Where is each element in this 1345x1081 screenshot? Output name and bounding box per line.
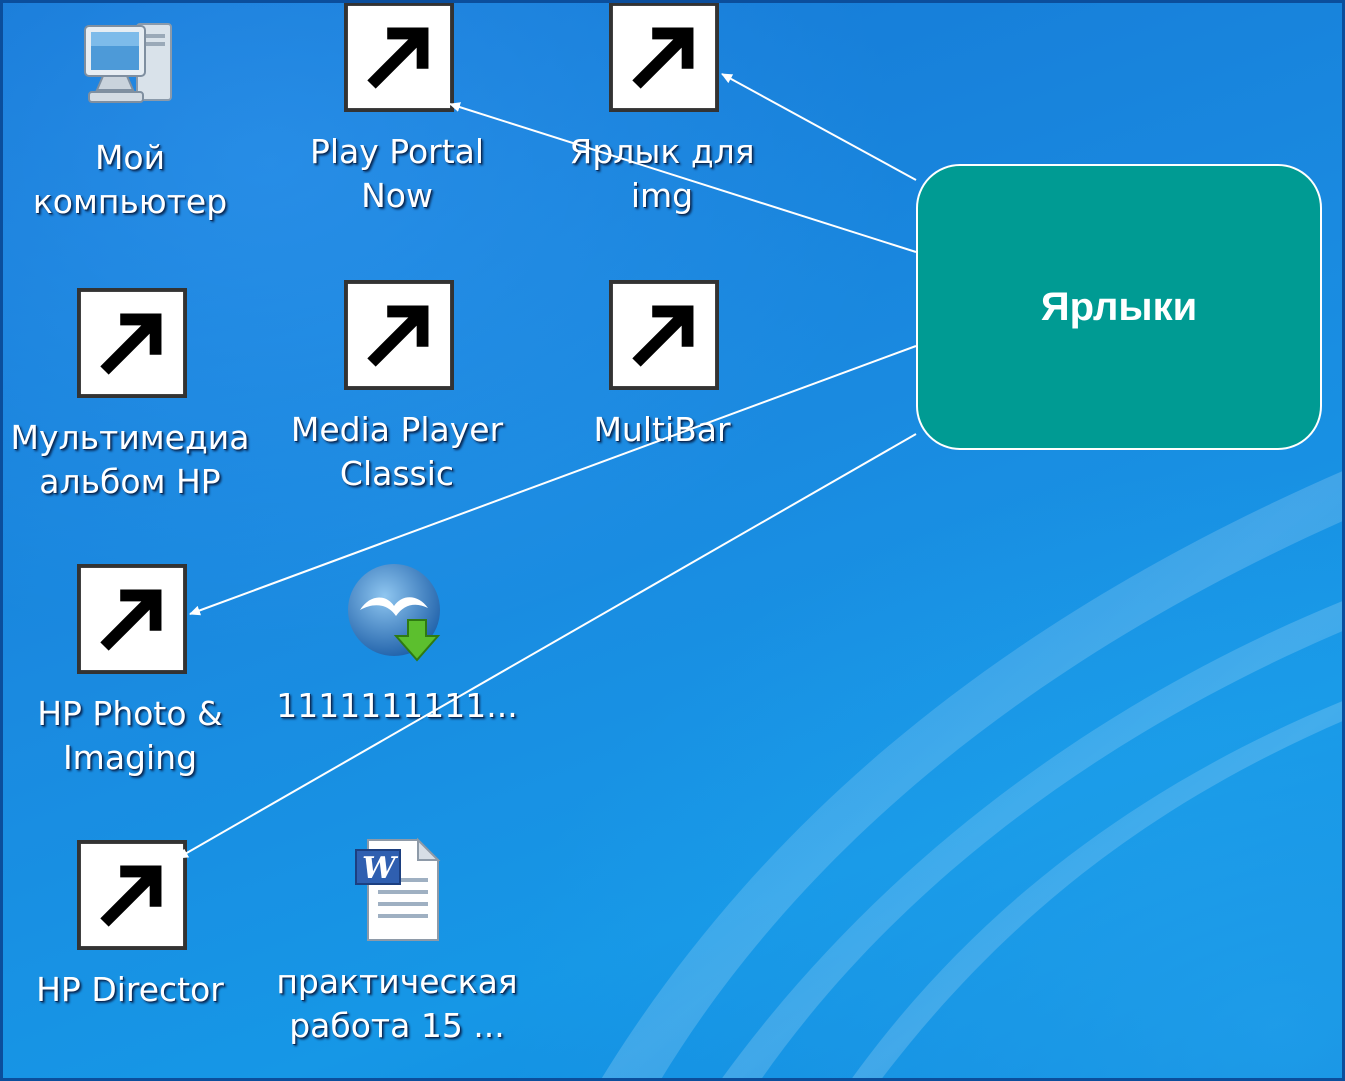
icon-label: Мультимедиа альбом HP	[10, 418, 250, 501]
callout-label: Ярлыки	[1040, 284, 1198, 329]
shortcut-arrow-icon	[344, 280, 454, 390]
shortcut-arrow-icon	[77, 288, 187, 398]
shortcut-arrow-icon	[77, 840, 187, 950]
desktop-icon-word-practical[interactable]: W практическая работа 15 ...	[272, 834, 522, 1048]
callout-box: Ярлыки	[916, 164, 1322, 450]
desktop-icon-hp-photo-imaging[interactable]: HP Photo & Imaging	[5, 564, 255, 780]
desktop-icon-play-portal-now[interactable]: Play Portal Now	[272, 2, 522, 218]
desktop-icon-my-computer[interactable]: Мой компьютер	[5, 10, 255, 224]
word-document-icon: W	[355, 837, 441, 941]
desktop-icon-multibar[interactable]: MultiBar	[537, 280, 787, 452]
shortcut-arrow-icon	[609, 280, 719, 390]
icon-label: HP Director	[36, 970, 224, 1009]
icon-label: практическая работа 15 ...	[276, 962, 518, 1045]
shortcut-arrow-icon	[344, 2, 454, 112]
icon-label: Play Portal Now	[309, 132, 485, 215]
shortcut-arrow-icon	[77, 564, 187, 674]
icon-label: Мой компьютер	[32, 138, 228, 221]
desktop-icon-img-shortcut[interactable]: Ярлык для img	[537, 2, 787, 218]
openoffice-download-icon	[348, 564, 441, 662]
icon-label: Ярлык для img	[569, 132, 755, 215]
icon-label: 1111111111...	[276, 686, 518, 725]
desktop-icon-hp-multimedia-album[interactable]: Мультимедиа альбом HP	[5, 288, 255, 504]
shortcut-arrow-icon	[609, 2, 719, 112]
icon-label: MultiBar	[593, 410, 731, 449]
icon-label: Media Player Classic	[290, 410, 504, 493]
computer-icon	[84, 23, 172, 103]
icon-label: HP Photo & Imaging	[37, 694, 223, 777]
desktop-icon-hp-director[interactable]: HP Director	[5, 840, 255, 1012]
desktop-icon-media-player-classic[interactable]: 3 2 1 Media Player Classic	[272, 280, 522, 496]
svg-text:W: W	[362, 851, 399, 886]
desktop-icon-openoffice-download[interactable]: 1111111111...	[272, 558, 522, 728]
